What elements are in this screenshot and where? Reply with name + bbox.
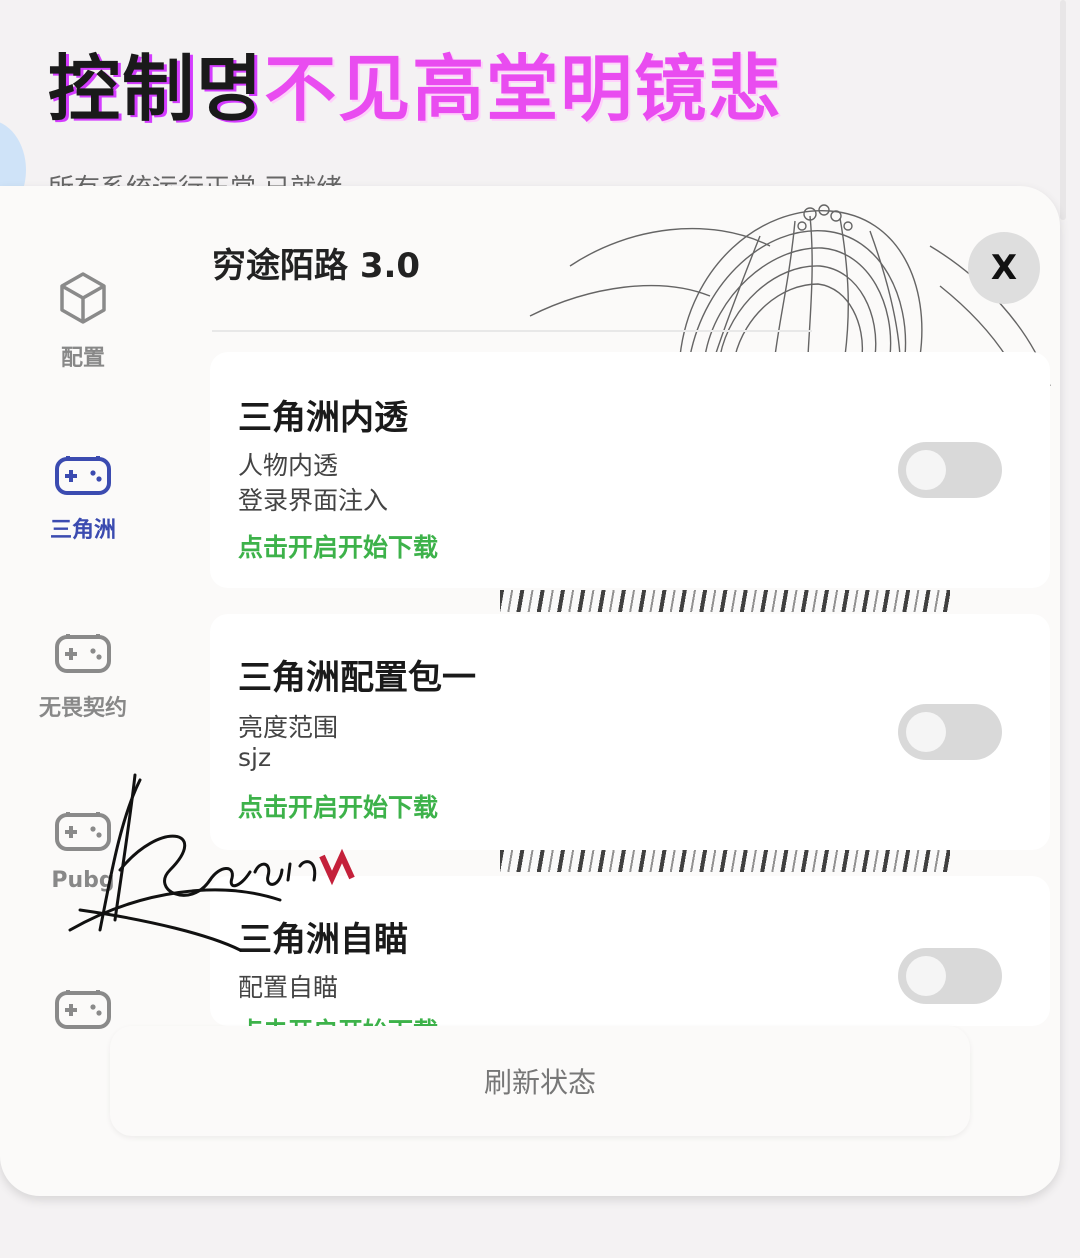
banner-title-part2: 不见高堂明镜悲 — [264, 47, 783, 131]
sketch-strip — [500, 850, 950, 872]
feature-card: 三角洲内透 人物内透 登录界面注入 点击开启开始下载 — [210, 352, 1050, 588]
refresh-bar: 刷新状态 — [110, 1026, 970, 1136]
gamepad-icon — [55, 456, 111, 495]
gamepad-icon — [55, 634, 111, 673]
sidebar-item-label: 配置 — [60, 346, 105, 371]
menu-panel: 穷途陌路 3.0 X 配置 三角洲 无畏契约 Pubg 三角洲内透 人物内透 登… — [0, 186, 1060, 1196]
signature-watermark — [68, 773, 355, 952]
banner-title: 控制명不见高堂明镜悲 — [48, 30, 782, 135]
sidebar-item-config[interactable]: 配置 — [20, 270, 146, 372]
sidebar-item-label: 无畏契约 — [38, 696, 127, 721]
download-link[interactable]: 点击开启开始下载 — [238, 528, 438, 564]
sketch-strip — [500, 590, 950, 612]
scroll-edge — [1060, 0, 1066, 220]
gamepad-icon — [55, 990, 111, 1029]
cube-icon — [60, 272, 106, 324]
card-title: 三角洲配置包一 — [238, 658, 476, 698]
feature-toggle[interactable] — [898, 948, 1002, 1004]
sidebar-item-valorant[interactable]: 无畏契约 — [20, 630, 146, 722]
sidebar-item-delta[interactable]: 三角洲 — [20, 452, 146, 544]
card-title: 三角洲内透 — [238, 398, 408, 438]
close-button[interactable]: X — [968, 232, 1040, 304]
refresh-status-button[interactable]: 刷新状态 — [478, 1060, 602, 1102]
sidebar-item-extra[interactable] — [20, 986, 146, 1032]
feature-toggle[interactable] — [898, 442, 1002, 498]
title-divider — [212, 330, 812, 332]
feature-toggle[interactable] — [898, 704, 1002, 760]
sidebar-item-label: 三角洲 — [49, 518, 116, 543]
banner-title-part1: 控制명 — [48, 47, 265, 131]
card-description: 登录界面注入 — [238, 486, 389, 515]
card-description: 亮度范围 — [238, 713, 339, 742]
panel-title: 穷途陌路 3.0 — [212, 246, 421, 286]
download-link[interactable]: 点击开启开始下载 — [238, 1012, 438, 1026]
card-description: 人物内透 — [238, 451, 339, 480]
card-description: 配置自瞄 — [238, 973, 339, 1002]
